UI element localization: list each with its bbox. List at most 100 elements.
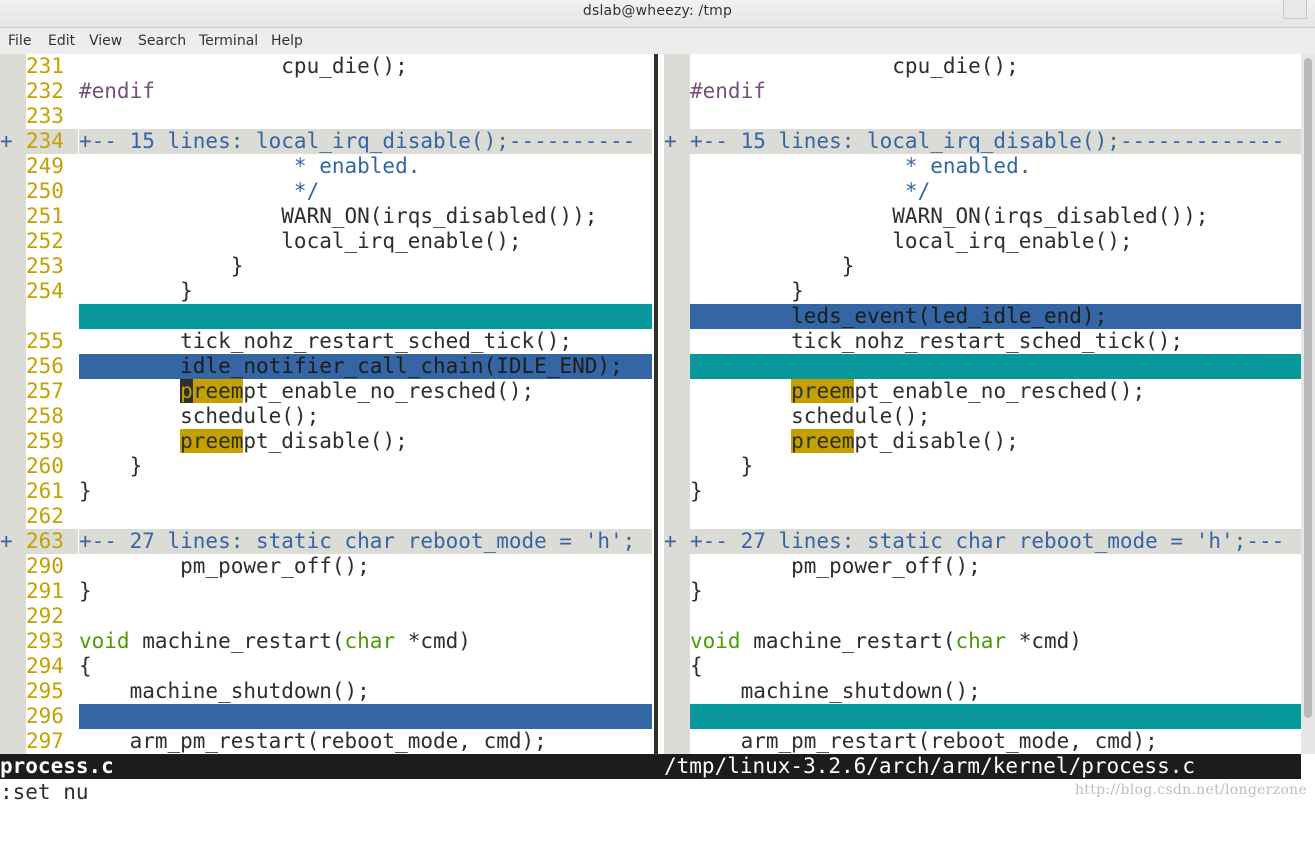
- code-line[interactable]: 295 machine_shutdown();: [0, 679, 652, 704]
- code-line[interactable]: 254 }: [0, 279, 652, 304]
- code-line[interactable]: * enabled.: [664, 154, 1301, 179]
- code-line[interactable]: 262: [0, 504, 652, 529]
- fold-gutter: [664, 304, 690, 329]
- code-line[interactable]: void machine_restart(char *cmd): [664, 629, 1301, 654]
- line-number: 262: [26, 504, 64, 528]
- scrollbar-thumb[interactable]: [1304, 58, 1312, 718]
- terminal-area[interactable]: 231 cpu_die(); 232 #endif 233 +234 +-- 15 lin…: [0, 54, 1315, 805]
- code-line[interactable]: 291}: [0, 579, 652, 604]
- code-line[interactable]: local_irq_enable();: [664, 229, 1301, 254]
- code-line[interactable]: 253 }: [0, 254, 652, 279]
- menu-terminal[interactable]: Terminal: [199, 31, 258, 51]
- menu-search[interactable]: Search: [138, 31, 186, 51]
- line-number: 290: [26, 554, 64, 578]
- code-text: cpu_die();: [690, 54, 1019, 78]
- code-line[interactable]: +263 +-- 27 lines: static char reboot_mod…: [0, 529, 652, 554]
- vertical-split-divider[interactable]: [652, 54, 664, 754]
- menu-edit[interactable]: Edit: [48, 31, 75, 51]
- code-line[interactable]: preempt_enable_no_resched();: [664, 379, 1301, 404]
- code-line[interactable]: 293 void machine_restart(char *cmd): [0, 629, 652, 654]
- menu-bar: File Edit View Search Terminal Help: [0, 28, 1315, 54]
- code-line[interactable]: ----------------------------------------…: [0, 304, 652, 329]
- code-line[interactable]: }: [664, 454, 1301, 479]
- code-line[interactable]: 260 }: [0, 454, 652, 479]
- code-line[interactable]: */: [664, 179, 1301, 204]
- code-line[interactable]: + +-- 27 lines: static char reboot_mode =…: [664, 529, 1301, 554]
- window-control-button[interactable]: [1283, 0, 1307, 19]
- fold-gutter: [0, 279, 26, 304]
- code-line[interactable]: ----------------------------------------…: [664, 704, 1301, 729]
- fold-gutter: [0, 179, 26, 204]
- code-line[interactable]: [664, 104, 1301, 129]
- code-text: }: [690, 579, 703, 603]
- code-line[interactable]: 257 preempt_enable_no_resched();: [0, 379, 652, 404]
- code-line[interactable]: 297 arm_pm_restart(reboot_mode, cmd);: [0, 729, 652, 754]
- menu-file[interactable]: File: [8, 31, 31, 51]
- code-line[interactable]: 250 */: [0, 179, 652, 204]
- code-line[interactable]: 233: [0, 104, 652, 129]
- vimdiff-right-pane[interactable]: cpu_die(); #endif + +-- 15 lines: local_irq…: [664, 54, 1301, 754]
- code-line[interactable]: 261}: [0, 479, 652, 504]
- window-titlebar[interactable]: dslab@wheezy: /tmp: [0, 0, 1315, 28]
- fold-gutter: [664, 179, 690, 204]
- keyword-type: char: [955, 629, 1007, 653]
- code-line[interactable]: 256 idle_notifier_call_chain(IDLE_END);: [0, 354, 652, 379]
- code-line[interactable]: 231 cpu_die();: [0, 54, 652, 79]
- code-line[interactable]: 255 tick_nohz_restart_sched_tick();: [0, 329, 652, 354]
- code-line[interactable]: machine_shutdown();: [664, 679, 1301, 704]
- code-line[interactable]: arm_pm_restart(reboot_mode, cmd);: [664, 729, 1301, 754]
- line-number: 256: [26, 354, 64, 378]
- fold-gutter: [664, 579, 690, 604]
- menu-help[interactable]: Help: [271, 31, 303, 51]
- code-line[interactable]: 259 preempt_disable();: [0, 429, 652, 454]
- fold-gutter: [0, 79, 26, 104]
- code-text: local_irq_enable();: [690, 229, 1133, 253]
- line-number: 296: [26, 704, 64, 728]
- code-line[interactable]: 251 WARN_ON(irqs_disabled());: [0, 204, 652, 229]
- code-line[interactable]: + +-- 15 lines: local_irq_disable();-----…: [664, 129, 1301, 154]
- code-line[interactable]: 290 pm_power_off();: [0, 554, 652, 579]
- code-text: cpu_die();: [79, 54, 408, 78]
- fold-gutter: +: [664, 529, 690, 554]
- fold-gutter: [664, 54, 690, 79]
- code-text: * enabled.: [690, 154, 1032, 178]
- code-line[interactable]: 258 schedule();: [0, 404, 652, 429]
- code-line[interactable]: +234 +-- 15 lines: local_irq_disable();--…: [0, 129, 652, 154]
- fold-gutter: [0, 729, 26, 754]
- code-line[interactable]: schedule();: [664, 404, 1301, 429]
- code-line[interactable]: [664, 504, 1301, 529]
- code-line[interactable]: tick_nohz_restart_sched_tick();: [664, 329, 1301, 354]
- fold-gutter: [664, 479, 690, 504]
- code-text: tick_nohz_restart_sched_tick();: [690, 329, 1184, 353]
- code-line[interactable]: }: [664, 279, 1301, 304]
- code-line[interactable]: [664, 604, 1301, 629]
- code-line[interactable]: }: [664, 579, 1301, 604]
- code-line[interactable]: 292: [0, 604, 652, 629]
- code-line[interactable]: {: [664, 654, 1301, 679]
- fold-gutter: [664, 404, 690, 429]
- fold-gutter: [664, 379, 690, 404]
- code-line[interactable]: 294 {: [0, 654, 652, 679]
- fold-gutter: [0, 479, 26, 504]
- code-line[interactable]: }: [664, 479, 1301, 504]
- code-line[interactable]: 249 * enabled.: [0, 154, 652, 179]
- code-line[interactable]: preempt_disable();: [664, 429, 1301, 454]
- code-line[interactable]: WARN_ON(irqs_disabled());: [664, 204, 1301, 229]
- fold-gutter: [664, 654, 690, 679]
- code-line[interactable]: leds_event(led_idle_end);: [664, 304, 1301, 329]
- line-number: 249: [26, 154, 64, 178]
- code-line[interactable]: ----------------------------------------…: [664, 354, 1301, 379]
- vimdiff-left-pane[interactable]: 231 cpu_die(); 232 #endif 233 +234 +-- 15 lin…: [0, 54, 652, 754]
- menu-view[interactable]: View: [89, 31, 122, 51]
- code-text: machine_shutdown();: [79, 679, 370, 703]
- code-line[interactable]: 252 local_irq_enable();: [0, 229, 652, 254]
- code-line[interactable]: #endif: [664, 79, 1301, 104]
- code-line[interactable]: cpu_die();: [664, 54, 1301, 79]
- code-line[interactable]: 296: [0, 704, 652, 729]
- code-line[interactable]: pm_power_off();: [664, 554, 1301, 579]
- code-line[interactable]: }: [664, 254, 1301, 279]
- code-line[interactable]: 232 #endif: [0, 79, 652, 104]
- terminal-scrollbar[interactable]: [1301, 54, 1315, 754]
